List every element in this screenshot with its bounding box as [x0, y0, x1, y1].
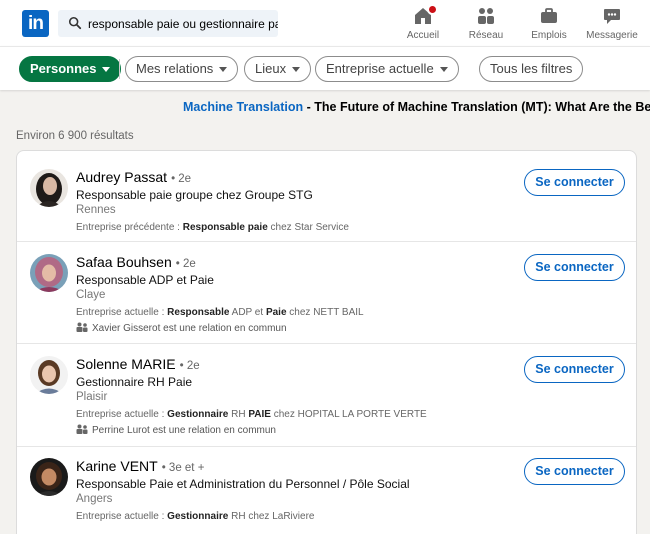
nav-network[interactable]: Réseau — [456, 6, 516, 42]
detail-prefix: Entreprise actuelle : — [76, 511, 168, 522]
person-name[interactable]: Karine VENT • 3e et + — [76, 458, 204, 474]
filter-current-company-label: Entreprise actuelle — [326, 61, 434, 76]
ad-separator: - — [303, 100, 315, 114]
result-item[interactable]: Audrey Passat • 2e Responsable paie group… — [17, 151, 636, 242]
detail-highlight: Gestionnaire — [167, 409, 229, 420]
mutual-connection[interactable]: Perrine Lurot est une relation en commun — [76, 424, 276, 436]
detail-text: chez Star Service — [267, 222, 349, 233]
filter-bar: Personnes Mes relations Lieux Entreprise… — [0, 46, 650, 90]
detail-prefix: Entreprise actuelle : — [76, 307, 168, 318]
nav-network-label: Réseau — [468, 30, 504, 41]
nav-jobs[interactable]: Emplois — [519, 6, 579, 42]
filter-people-label: Personnes — [30, 61, 97, 76]
detail-text: ADP et — [229, 307, 266, 318]
results-list: Audrey Passat • 2e Responsable paie group… — [16, 150, 637, 534]
person-name-text: Solenne MARIE — [76, 356, 176, 372]
divider — [119, 59, 120, 79]
person-name-text: Karine VENT — [76, 458, 158, 474]
mutual-text: Perrine Lurot est une relation en commun — [92, 425, 276, 436]
connection-degree: • 2e — [179, 360, 200, 372]
connect-button[interactable]: Se connecter — [524, 356, 625, 383]
detail-prefix: Entreprise précédente : — [76, 222, 183, 233]
filter-current-company[interactable]: Entreprise actuelle — [315, 56, 459, 82]
chevron-down-icon — [292, 67, 301, 73]
filter-people[interactable]: Personnes — [19, 56, 122, 82]
linkedin-logo[interactable]: in — [22, 10, 49, 37]
connection-degree: • 2e — [175, 258, 196, 270]
connection-degree: • 3e et + — [161, 462, 205, 474]
all-filters-label: Tous les filtres — [490, 61, 573, 76]
filter-locations[interactable]: Lieux — [244, 56, 312, 82]
person-location: Claye — [76, 289, 106, 301]
filter-locations-label: Lieux — [255, 61, 287, 76]
detail-highlight: Gestionnaire — [167, 511, 229, 522]
sponsored-ad[interactable]: Machine Translation - The Future of Mach… — [183, 100, 650, 118]
result-item[interactable]: Karine VENT • 3e et + Responsable Paie et… — [17, 447, 636, 534]
top-navigation: in Accueil Réseau Emplois Message — [0, 0, 650, 46]
person-name[interactable]: Audrey Passat • 2e — [76, 169, 191, 185]
person-headline: Responsable Paie et Administration du Pe… — [76, 477, 410, 491]
briefcase-icon — [541, 8, 557, 23]
detail-highlight: PAIE — [248, 409, 271, 420]
avatar[interactable] — [30, 254, 68, 292]
chevron-down-icon — [219, 67, 228, 73]
result-item[interactable]: Safaa Bouhsen • 2e Responsable ADP et Pai… — [17, 242, 636, 344]
search-box[interactable] — [58, 10, 278, 37]
detail-text: RH — [228, 409, 249, 420]
person-headline: Responsable ADP et Paie — [76, 273, 214, 287]
person-name[interactable]: Safaa Bouhsen • 2e — [76, 254, 196, 270]
people-icon — [76, 424, 88, 434]
nav-home-label: Accueil — [406, 30, 440, 41]
company-detail: Entreprise actuelle : Gestionnaire RH ch… — [76, 511, 314, 522]
results-count: Environ 6 900 résultats — [16, 130, 134, 142]
person-location: Plaisir — [76, 391, 108, 403]
connection-degree: • 2e — [171, 173, 192, 185]
connect-button[interactable]: Se connecter — [524, 458, 625, 485]
connect-button[interactable]: Se connecter — [524, 169, 625, 196]
detail-highlight: Responsable paie — [182, 222, 268, 233]
filter-connections-label: Mes relations — [136, 61, 214, 76]
network-icon — [478, 8, 494, 24]
detail-highlight: Paie — [265, 307, 287, 318]
company-detail: Entreprise précédente : Responsable paie… — [76, 222, 349, 233]
chevron-down-icon — [102, 67, 111, 73]
all-filters-button[interactable]: Tous les filtres — [479, 56, 584, 82]
detail-text: RH chez LaRiviere — [228, 511, 315, 522]
detail-text: chez NETT BAIL — [286, 307, 364, 318]
person-name-text: Safaa Bouhsen — [76, 254, 172, 270]
result-item[interactable]: Solenne MARIE • 2e Gestionnaire RH Paie P… — [17, 344, 636, 447]
person-location: Angers — [76, 493, 113, 505]
mutual-connection[interactable]: Xavier Gisserot est une relation en comm… — [76, 322, 287, 334]
nav-messaging[interactable]: Messagerie — [582, 6, 642, 42]
avatar[interactable] — [30, 458, 68, 496]
notification-badge — [427, 4, 438, 15]
people-icon — [76, 322, 88, 332]
person-location: Rennes — [76, 204, 116, 216]
company-detail: Entreprise actuelle : Gestionnaire RH PA… — [76, 409, 427, 420]
person-name-text: Audrey Passat — [76, 169, 168, 185]
messaging-icon — [604, 9, 620, 24]
company-detail: Entreprise actuelle : Responsable ADP et… — [76, 307, 364, 318]
connect-button[interactable]: Se connecter — [524, 254, 625, 281]
nav-home[interactable]: Accueil — [393, 4, 453, 42]
person-name[interactable]: Solenne MARIE • 2e — [76, 356, 200, 372]
mutual-text: Xavier Gisserot est une relation en comm… — [92, 323, 287, 334]
avatar[interactable] — [30, 169, 68, 207]
person-headline: Responsable paie groupe chez Groupe STG — [76, 188, 313, 202]
detail-prefix: Entreprise actuelle : — [76, 409, 168, 420]
chevron-down-icon — [439, 67, 448, 73]
detail-highlight: Responsable — [167, 307, 230, 318]
ad-text: The Future of Machine Translation (MT): … — [314, 100, 650, 114]
detail-text: chez HOPITAL LA PORTE VERTE — [270, 409, 427, 420]
nav-messaging-label: Messagerie — [586, 30, 638, 41]
avatar[interactable] — [30, 356, 68, 394]
person-headline: Gestionnaire RH Paie — [76, 375, 193, 389]
search-input[interactable] — [88, 10, 278, 37]
search-icon — [68, 16, 82, 30]
nav-jobs-label: Emplois — [531, 30, 567, 41]
ad-brand: Machine Translation — [183, 100, 304, 114]
filter-connections[interactable]: Mes relations — [125, 56, 239, 82]
